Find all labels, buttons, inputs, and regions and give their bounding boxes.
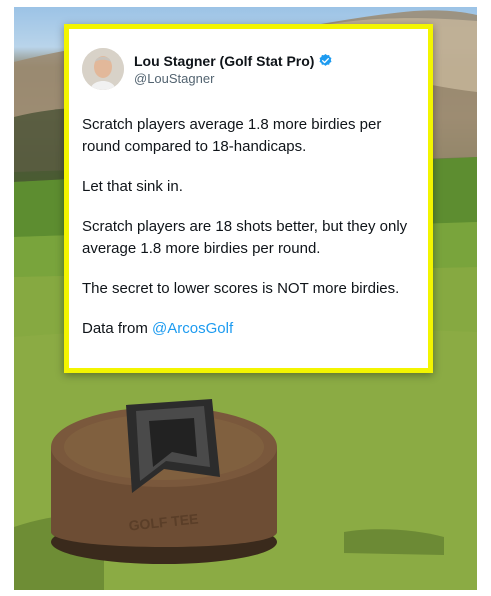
tweet-header: Lou Stagner (Golf Stat Pro) @LouStagner bbox=[82, 47, 414, 91]
author-name[interactable]: Lou Stagner (Golf Stat Pro) bbox=[134, 53, 314, 69]
tweet-paragraph-3: Scratch players are 18 shots better, but… bbox=[82, 218, 408, 257]
tweet-paragraph-1: Scratch players average 1.8 more birdies… bbox=[82, 116, 382, 155]
author-identity: Lou Stagner (Golf Stat Pro) @LouStagner bbox=[134, 53, 333, 86]
author-handle[interactable]: @LouStagner bbox=[134, 71, 333, 86]
avatar[interactable] bbox=[82, 48, 124, 90]
tweet-source-line: Data from @ArcosGolf bbox=[82, 318, 414, 340]
source-mention-link[interactable]: @ArcosGolf bbox=[152, 320, 233, 337]
tweet-card: Lou Stagner (Golf Stat Pro) @LouStagner … bbox=[64, 24, 433, 373]
tweet-paragraph-4: The secret to lower scores is NOT more b… bbox=[82, 280, 400, 297]
tweet-paragraph-2: Let that sink in. bbox=[82, 178, 183, 195]
source-prefix: Data from bbox=[82, 320, 153, 337]
verified-badge-icon bbox=[318, 53, 333, 68]
tweet-body: Scratch players average 1.8 more birdies… bbox=[82, 114, 414, 340]
